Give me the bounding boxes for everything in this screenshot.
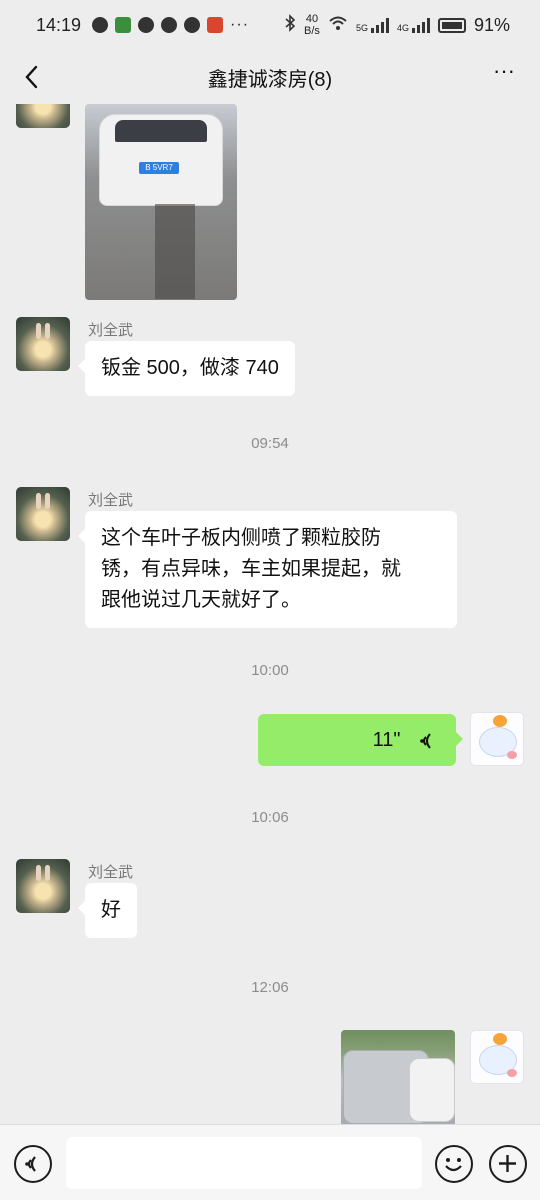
battery-icon	[437, 17, 466, 33]
signal-5g-icon: 5G	[356, 17, 389, 33]
avatar-orange	[493, 1033, 507, 1045]
bluetooth-icon	[284, 13, 296, 37]
smiley-icon	[445, 1158, 462, 1172]
avatar-self[interactable]	[470, 712, 524, 766]
plus-icon	[499, 1155, 516, 1172]
heart-icon	[138, 17, 155, 33]
alarm-icon-2	[161, 17, 178, 33]
message-line: 锈，有点异味，车主如果提起，就	[101, 558, 401, 580]
voice-duration: 11"	[372, 729, 401, 751]
network-speed: 40 B/s	[304, 13, 320, 37]
avatar-cheek	[507, 1069, 517, 1077]
car-image-window	[115, 120, 207, 142]
avatar-cheek	[507, 751, 517, 759]
input-bar	[0, 1124, 540, 1200]
voice-icon	[25, 1156, 36, 1172]
status-time: 14:19	[36, 14, 82, 35]
battery-percent: 91%	[473, 14, 510, 35]
app-notification-icon-2	[207, 17, 224, 33]
chat-header: 鑫捷诚漆房(8) ···	[0, 50, 540, 104]
message-list[interactable]: B 5VR7 刘全武 钣金 500，做漆 740 09:54 刘全武 这个车叶子…	[0, 104, 540, 1124]
license-plate: B 5VR7	[139, 162, 179, 174]
chevron-left-icon	[25, 65, 38, 89]
back-button[interactable]	[18, 60, 48, 94]
avatar[interactable]	[16, 487, 70, 541]
voice-wave-icon	[420, 733, 431, 749]
sender-name: 刘全武	[88, 492, 134, 509]
alarm-icon	[92, 17, 109, 33]
message-input[interactable]	[66, 1137, 422, 1189]
avatar-self[interactable]	[470, 1030, 524, 1084]
avatar[interactable]	[16, 104, 70, 128]
more-options-button[interactable]: ···	[488, 60, 520, 92]
chat-title: 鑫捷诚漆房(8)	[207, 68, 333, 91]
avatar-orange	[493, 715, 507, 727]
signal-4g-icon: 4G	[397, 17, 430, 33]
car-image-second	[409, 1058, 455, 1122]
emoji-button[interactable]	[435, 1145, 473, 1183]
message-bubble[interactable]: 好	[78, 883, 137, 938]
image-message[interactable]	[341, 1030, 455, 1124]
avatar[interactable]	[16, 859, 70, 913]
voice-input-button[interactable]	[14, 1145, 52, 1183]
avatar[interactable]	[16, 317, 70, 371]
more-notifications-icon: ···	[230, 16, 250, 33]
message-line: 这个车叶子板内侧喷了颗粒胶防	[101, 527, 381, 549]
image-message[interactable]: B 5VR7	[85, 104, 237, 300]
status-bar: 14:19 ··· 40 B/s 5G 4G 91%	[0, 0, 540, 50]
car-image-shadow	[155, 204, 195, 299]
message-bubble[interactable]: 这个车叶子板内侧喷了颗粒胶防 锈，有点异味，车主如果提起，就 跟他说过几天就好了…	[78, 511, 457, 628]
message-line: 跟他说过几天就好了。	[101, 589, 301, 611]
wifi-icon	[328, 15, 348, 36]
sender-name: 刘全武	[88, 322, 134, 339]
voice-message[interactable]: 11"	[258, 714, 463, 766]
time-divider: 09:54	[251, 435, 289, 452]
notification-bell-icon	[184, 17, 201, 33]
message-bubble[interactable]: 钣金 500，做漆 740	[78, 341, 295, 396]
app-notification-icon	[115, 17, 132, 33]
time-divider: 10:06	[251, 809, 289, 826]
more-actions-button[interactable]	[489, 1145, 527, 1183]
time-divider: 10:00	[251, 662, 289, 679]
sender-name: 刘全武	[88, 864, 134, 881]
time-divider: 12:06	[251, 979, 289, 996]
